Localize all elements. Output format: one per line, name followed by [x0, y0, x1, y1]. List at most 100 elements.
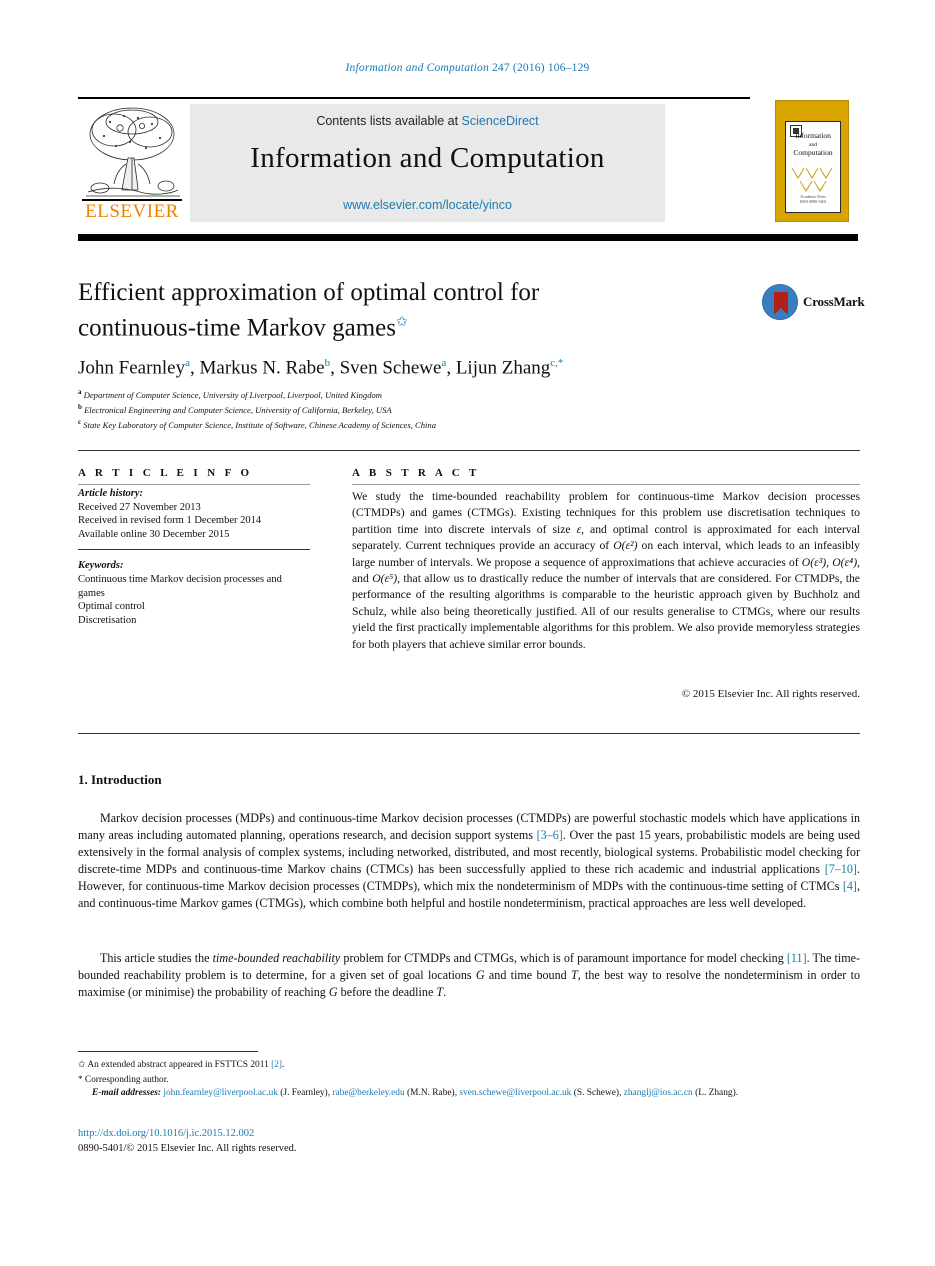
cover-tree-diagram	[791, 167, 833, 192]
abstract-rule	[352, 484, 860, 485]
footnote-corresponding: * Corresponding author.	[78, 1073, 860, 1088]
affiliation-item: b Electronical Engineering and Computer …	[78, 401, 778, 416]
math-symbol-t: T	[570, 968, 578, 983]
author-name[interactable]: Sven Schewe	[340, 357, 442, 378]
email-owner: (M.N. Rabe)	[407, 1088, 455, 1099]
abstract-accuracy-b: O(ε⁴)	[832, 555, 858, 569]
affiliation-item: a Department of Computer Science, Univer…	[78, 386, 778, 401]
email-link[interactable]: john.fearnley@liverpool.ac.uk	[163, 1088, 278, 1098]
email-addresses-label: E-mail addresses:	[92, 1088, 162, 1099]
footnote-block: ✩ An extended abstract appeared in FSTTC…	[78, 1058, 860, 1101]
affiliation-marker: b	[78, 403, 82, 412]
author-affil-marker: b	[324, 357, 331, 369]
affiliation-text: State Key Laboratory of Computer Science…	[83, 419, 437, 430]
citation-link[interactable]: [11]	[787, 951, 807, 965]
keywords-label: Keywords:	[78, 560, 124, 572]
page-title-line2: continuous-time Markov games	[78, 314, 396, 342]
crossmark-icon	[762, 284, 798, 320]
p2-seg4: and time bound	[484, 968, 571, 983]
p2-seg1: This article studies the	[100, 951, 213, 965]
section-heading-introduction: 1. Introduction	[78, 772, 162, 787]
citation-link[interactable]: [4]	[843, 879, 857, 893]
keywords-rule	[78, 549, 310, 550]
cover-footer: Academic Press ISSN 0890-5401	[786, 194, 840, 204]
abstract-accuracy-current: O(ε²)	[613, 539, 638, 553]
email-owner: (J. Fearnley)	[280, 1088, 328, 1099]
doi-link[interactable]: http://dx.doi.org/10.1016/j.ic.2015.12.0…	[78, 1127, 254, 1141]
p2-emphasis: time-bounded reachability	[212, 951, 341, 965]
footnote-corresponding-text: Corresponding author.	[84, 1074, 169, 1085]
title-footnote-marker[interactable]: ✩	[396, 315, 408, 330]
article-info-heading: A R T I C L E I N F O	[78, 467, 253, 479]
keyword-item: Optimal control	[78, 601, 145, 613]
footnote-star-text: An extended abstract appeared in FSTTCS …	[87, 1060, 272, 1070]
author-affil-marker: a	[441, 357, 447, 369]
author-list: John Fearnleya, Markus N. Rabeb, Sven Sc…	[78, 357, 564, 379]
sciencedirect-link[interactable]: ScienceDirect	[462, 114, 539, 128]
footnote-star: ✩ An extended abstract appeared in FSTTC…	[78, 1058, 860, 1073]
affiliation-text: Electronical Engineering and Computer Sc…	[84, 404, 392, 415]
affiliation-list: a Department of Computer Science, Univer…	[78, 386, 778, 431]
article-history-label: Article history:	[78, 488, 144, 499]
keyword-item: Discretisation	[78, 614, 137, 626]
cover-footer-line2: ISSN 0890-5401	[799, 199, 827, 204]
affiliation-marker: c	[78, 418, 82, 427]
cover-title-line3: Computation	[793, 148, 833, 157]
issn-copyright-line: 0890-5401/© 2015 Elsevier Inc. All right…	[78, 1143, 297, 1154]
cover-title: Information and Computation	[786, 131, 840, 158]
abstract-heading: A B S T R A C T	[352, 467, 480, 479]
elsevier-tree-icon	[80, 104, 184, 202]
email-link[interactable]: rabe@berkeley.edu	[332, 1088, 404, 1098]
math-symbol-g: G	[328, 985, 338, 1000]
footnote-rule	[78, 1051, 258, 1052]
citation-link[interactable]: [2]	[271, 1060, 282, 1070]
p2-seg6: before the deadline	[337, 985, 437, 1000]
footnote-star-marker: ✩	[78, 1059, 86, 1069]
email-link[interactable]: sven.schewe@liverpool.ac.uk	[459, 1088, 571, 1098]
footnote-emails: E-mail addresses: john.fearnley@liverpoo…	[92, 1088, 739, 1099]
p2-seg7: .	[443, 985, 447, 1000]
author-name[interactable]: John Fearnley	[78, 357, 185, 378]
masthead-bottom-rule	[78, 234, 858, 241]
abstract-accuracy-a: O(ε³)	[801, 555, 827, 569]
crossmark-bookmark-shape	[774, 292, 788, 315]
journal-cover-thumbnail: Information and Computation Academic Pre…	[775, 100, 849, 222]
email-link[interactable]: zhanglj@ios.ac.cn	[624, 1088, 693, 1098]
affiliation-marker: a	[78, 388, 82, 396]
cover-title-line1: Information	[795, 131, 831, 140]
abstract-copyright: © 2015 Elsevier Inc. All rights reserved…	[681, 688, 860, 700]
author-name[interactable]: Lijun Zhang	[456, 357, 550, 378]
journal-title: Information and Computation	[250, 142, 605, 174]
math-symbol-g: G	[475, 968, 485, 983]
email-owner: (S. Schewe)	[573, 1088, 620, 1099]
elsevier-logo: ELSEVIER	[80, 104, 184, 226]
footnote-corresponding-marker: *	[78, 1073, 83, 1084]
author-name[interactable]: Markus N. Rabe	[200, 357, 325, 378]
article-info-rule	[78, 484, 310, 485]
contents-lists-prefix: Contents lists available at	[316, 114, 462, 128]
p2-seg2: problem for CTMDPs and CTMGs, which is o…	[340, 951, 787, 965]
masthead-banner: Contents lists available at ScienceDirec…	[190, 104, 665, 222]
citation-link[interactable]: [3–6]	[537, 828, 563, 842]
abstract-accuracy-c: O(ε⁵)	[372, 572, 398, 586]
citation-link[interactable]: [7–10]	[825, 862, 857, 876]
elsevier-wordmark: ELSEVIER	[85, 201, 179, 222]
article-page: Information and Computation 247 (2016) 1…	[0, 0, 935, 1266]
footnote-star-text-end: .	[282, 1060, 285, 1070]
journal-homepage-link[interactable]: www.elsevier.com/locate/yinco	[190, 198, 665, 212]
affiliation-text: Department of Computer Science, Universi…	[83, 389, 383, 400]
author-affil-marker: c,*	[550, 357, 564, 369]
crossmark-label: CrossMark	[803, 294, 865, 309]
introduction-paragraph-1: Markov decision processes (MDPs) and con…	[78, 810, 860, 913]
info-section-top-rule	[78, 450, 860, 451]
article-history-item: Available online 30 December 2015	[78, 528, 230, 540]
crossmark-badge[interactable]: CrossMark	[762, 282, 867, 324]
keyword-item: Continuous time Markov decision processe…	[78, 573, 282, 599]
running-head: Information and Computation 247 (2016) 1…	[0, 62, 935, 74]
masthead-top-rule	[78, 97, 750, 99]
introduction-paragraph-2: This article studies the time-bounded re…	[78, 950, 860, 1001]
abstract-text: We study the time-bounded reachability p…	[352, 490, 861, 651]
running-head-volume: 247 (2016) 106–129	[491, 62, 590, 74]
affiliation-item: c State Key Laboratory of Computer Scien…	[78, 416, 778, 431]
running-head-journal: Information and Computation	[345, 62, 489, 74]
